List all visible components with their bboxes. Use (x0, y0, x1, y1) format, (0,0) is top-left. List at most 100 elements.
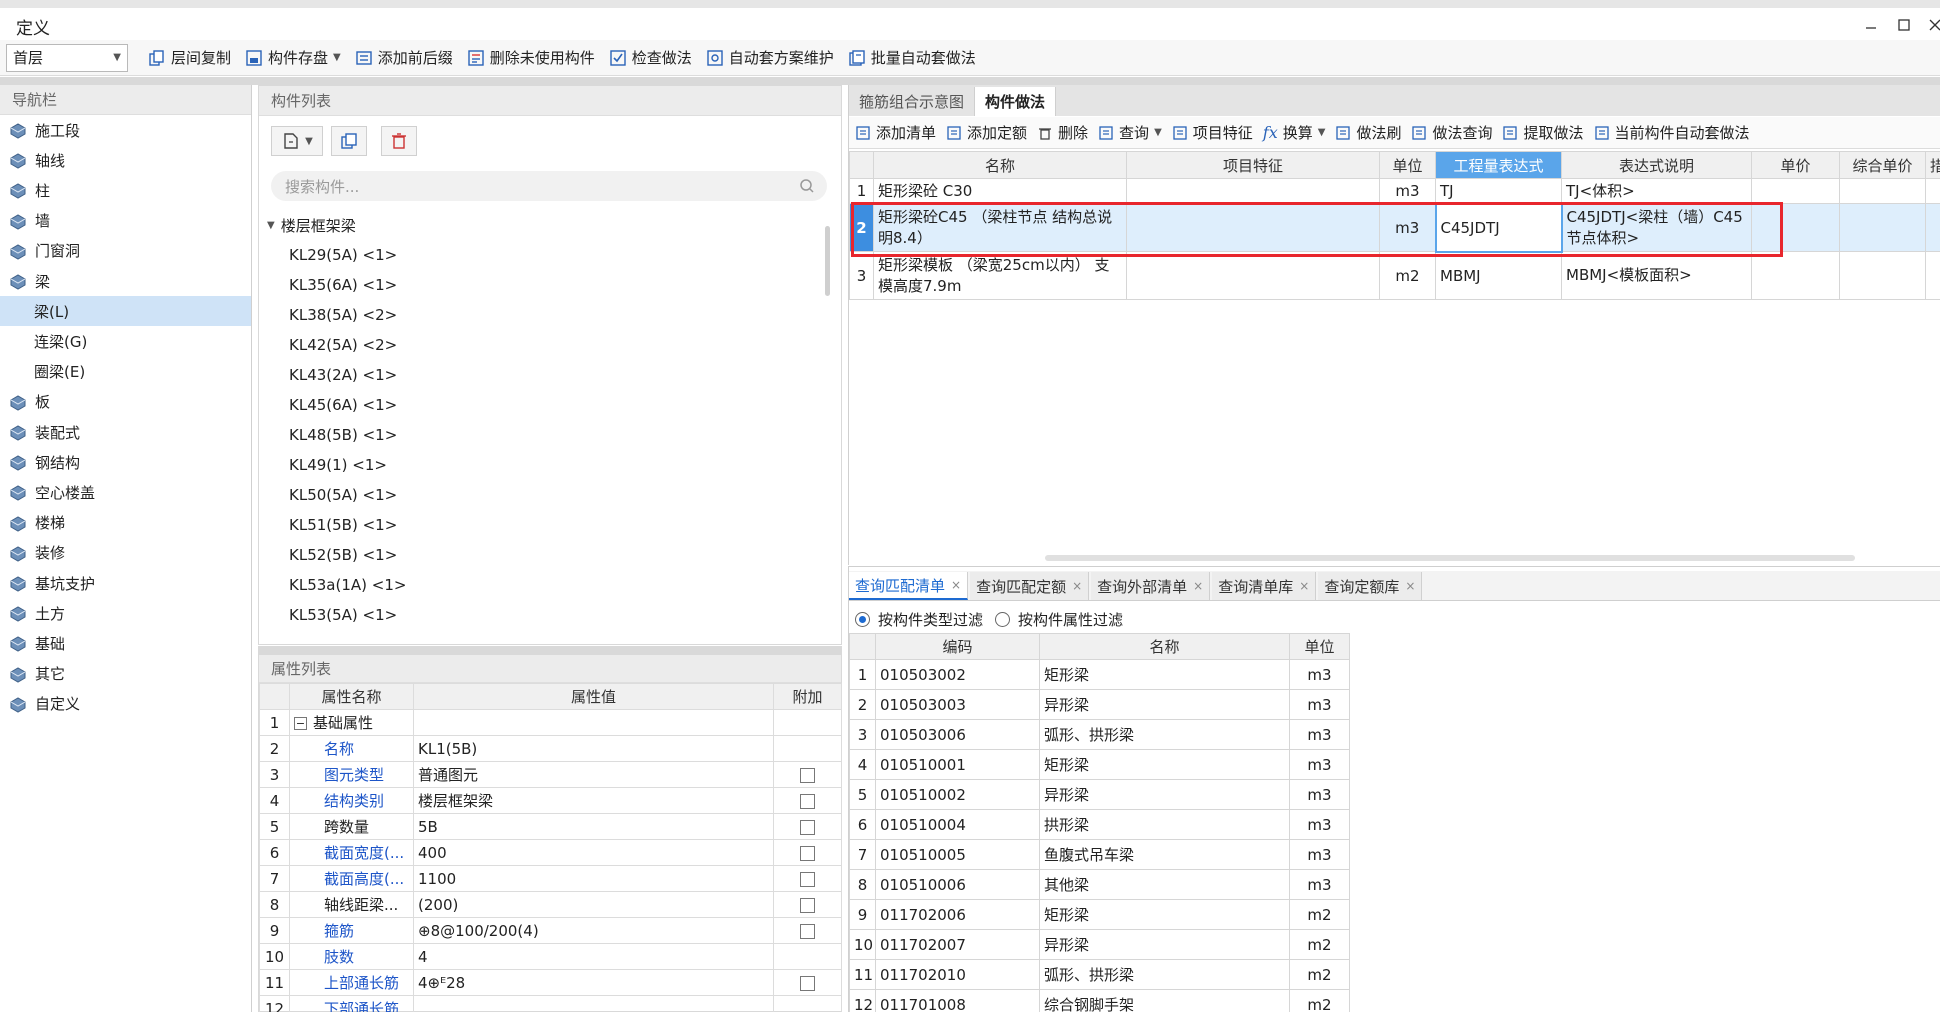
nav-item-10[interactable]: 装配式 (0, 417, 251, 447)
add-bill-button[interactable]: 添加清单 (855, 122, 936, 143)
component-item[interactable]: KL38(5A) <2> (289, 301, 397, 329)
nav-item-13[interactable]: 楼梯 (0, 508, 251, 538)
property-row[interactable]: 2 名称 KL1(5B) (259, 735, 842, 762)
property-value[interactable]: KL1(5B) (413, 735, 774, 762)
nav-item-14[interactable]: 装修 (0, 538, 251, 568)
nav-item-4[interactable]: 门窗洞 (0, 236, 251, 266)
nav-item-1[interactable]: 轴线 (0, 145, 251, 175)
query-row[interactable]: 12 011701008 综合钢脚手架 m2 (849, 989, 1350, 1012)
component-item[interactable]: KL48(5B) <1> (289, 421, 397, 449)
copy-component-button[interactable] (331, 126, 367, 156)
auto-apply-current-button[interactable]: 当前构件自动套做法 (1594, 122, 1750, 143)
nav-item-5[interactable]: 梁 (0, 266, 251, 296)
batch-auto-method-button[interactable]: 批量自动套做法 (848, 47, 976, 68)
nav-item-16[interactable]: 土方 (0, 598, 251, 628)
tab-match-quota[interactable]: 查询匹配定额 × (970, 572, 1090, 600)
nav-item-18[interactable]: 其它 (0, 659, 251, 689)
delete-unused-button[interactable]: 删除未使用构件 (467, 47, 595, 68)
property-row[interactable]: 4 结构类别 楼层框架梁 (259, 787, 842, 814)
method-row[interactable]: 3 矩形梁模板 （梁宽25cm以内） 支模高度7.9m m2 MBMJ MBMJ<模板面… (849, 251, 1940, 300)
nav-item-11[interactable]: 钢结构 (0, 447, 251, 477)
nav-item-17[interactable]: 基础 (0, 628, 251, 658)
component-item[interactable]: KL52(5B) <1> (289, 541, 397, 569)
tab-quota-library[interactable]: 查询定额库 × (1318, 572, 1423, 600)
delete-component-button[interactable] (381, 126, 417, 156)
item-feature-button[interactable]: 项目特征 (1172, 122, 1253, 143)
nav-item-2[interactable]: 柱 (0, 175, 251, 205)
new-component-button[interactable]: ▼ (271, 126, 323, 156)
nav-item-6[interactable]: 梁(L) (0, 296, 251, 327)
component-list-scrollbar[interactable] (825, 226, 830, 296)
method-measure-cell[interactable] (1925, 251, 1940, 300)
filter-by-type-radio[interactable] (855, 612, 870, 627)
auto-scheme-maintain-button[interactable]: 自动套方案维护 (706, 47, 834, 68)
property-row[interactable]: 10 肢数 4 (259, 943, 842, 970)
extra-checkbox[interactable] (800, 871, 815, 887)
close-icon[interactable]: × (1193, 579, 1203, 593)
add-quota-button[interactable]: 添加定额 (946, 122, 1027, 143)
property-row[interactable]: 9 箍筋 ⊕8@100/200(4) (259, 917, 842, 944)
tab-match-bill[interactable]: 查询匹配清单 × (849, 572, 969, 600)
extra-checkbox[interactable] (800, 975, 815, 991)
property-value[interactable]: (200) (413, 891, 774, 918)
query-row[interactable]: 9 011702006 矩形梁 m2 (849, 899, 1350, 930)
collapse-icon[interactable]: ▼ (267, 220, 275, 231)
property-value[interactable]: 5B (413, 813, 774, 840)
property-value[interactable]: 1100 (413, 865, 774, 892)
method-measure-cell[interactable] (1925, 203, 1940, 252)
extra-checkbox[interactable] (800, 897, 815, 913)
component-item[interactable]: KL49(1) <1> (289, 451, 387, 479)
method-composite-price-cell[interactable] (1839, 203, 1926, 252)
query-row[interactable]: 3 010503006 弧形、拱形梁 m3 (849, 719, 1350, 750)
close-icon[interactable]: × (951, 578, 961, 592)
query-row[interactable]: 5 010510002 异形梁 m3 (849, 779, 1350, 810)
tab-stirrup-diagram[interactable]: 箍筋组合示意图 (849, 87, 976, 116)
convert-button[interactable]: fx 换算 ▼ (1263, 122, 1326, 143)
property-value[interactable]: 普通图元 (413, 761, 774, 788)
query-row[interactable]: 6 010510004 拱形梁 m3 (849, 809, 1350, 840)
extra-checkbox[interactable] (800, 767, 815, 783)
filter-by-property-radio[interactable] (995, 612, 1011, 627)
query-row[interactable]: 11 011702010 弧形、拱形梁 m2 (849, 959, 1350, 990)
method-unit-cell[interactable]: m3 (1379, 178, 1436, 204)
method-composite-price-cell[interactable] (1839, 251, 1926, 300)
property-row[interactable]: 6 截面宽度(... 400 (259, 839, 842, 866)
method-composite-price-cell[interactable] (1839, 178, 1926, 204)
extra-checkbox[interactable] (800, 845, 815, 861)
component-item[interactable]: KL42(5A) <2> (289, 331, 397, 359)
method-unit-cell[interactable]: m2 (1379, 251, 1436, 300)
copy-between-floors-button[interactable]: 层间复制 (148, 47, 231, 68)
component-item[interactable]: KL45(6A) <1> (289, 391, 397, 419)
collapse-box-icon[interactable]: − (294, 717, 307, 730)
maximize-icon[interactable] (1893, 14, 1915, 36)
nav-item-3[interactable]: 墙 (0, 206, 251, 236)
nav-item-0[interactable]: 施工段 (0, 115, 251, 145)
component-item[interactable]: KL43(2A) <1> (289, 361, 397, 389)
tree-group-floor-frame-beam[interactable]: ▼ 楼层框架梁 (267, 211, 356, 239)
nav-item-12[interactable]: 空心楼盖 (0, 477, 251, 507)
close-icon[interactable]: × (1299, 579, 1309, 593)
method-name-cell[interactable]: 矩形梁模板 （梁宽25cm以内） 支模高度7.9m (873, 251, 1127, 300)
tab-external-bill[interactable]: 查询外部清单 × (1091, 572, 1211, 600)
property-value[interactable]: 400 (413, 839, 774, 866)
method-feature-cell[interactable] (1126, 178, 1380, 204)
query-button[interactable]: 查询 ▼ (1098, 122, 1162, 143)
method-horizontal-scrollbar[interactable] (1045, 555, 1855, 561)
extra-checkbox[interactable] (800, 923, 815, 939)
add-prefix-suffix-button[interactable]: 添加前后缀 (355, 47, 453, 68)
property-row[interactable]: 1− 基础属性 (259, 709, 842, 736)
component-item[interactable]: KL53(5A) <1> (289, 601, 397, 629)
method-expression-cell[interactable]: MBMJ (1435, 251, 1562, 300)
property-value[interactable]: 4⊕ᴱ28 (413, 969, 774, 996)
minimize-icon[interactable] (1860, 14, 1882, 36)
save-component-button[interactable]: 构件存盘 ▼ (245, 47, 341, 68)
component-item[interactable]: KL51(5B) <1> (289, 511, 397, 539)
query-row[interactable]: 4 010510001 矩形梁 m3 (849, 749, 1350, 780)
property-row[interactable]: 12 下部通长筋 (259, 995, 842, 1012)
component-item[interactable]: KL53a(1A) <1> (289, 571, 406, 599)
component-item[interactable]: KL35(6A) <1> (289, 271, 397, 299)
property-value[interactable]: 楼层框架梁 (413, 787, 774, 814)
property-value[interactable] (413, 995, 774, 1012)
property-value[interactable]: 4 (413, 943, 774, 970)
floor-select[interactable]: 首层 ▼ (6, 43, 128, 72)
